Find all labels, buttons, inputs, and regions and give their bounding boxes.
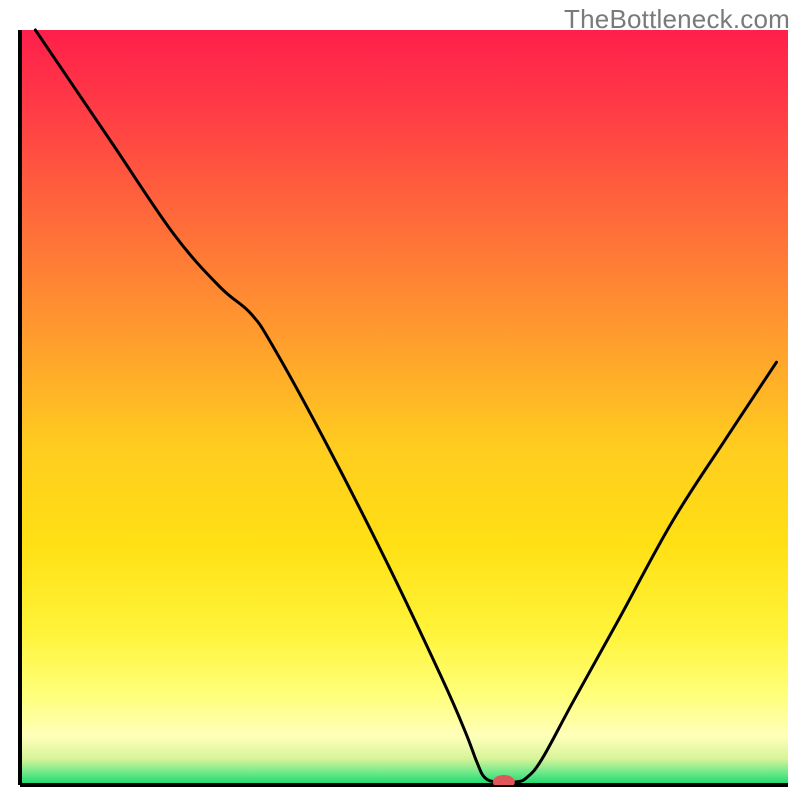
gradient-background [20,30,788,785]
chart-stage: TheBottleneck.com [0,0,800,800]
chart-svg [0,0,800,800]
